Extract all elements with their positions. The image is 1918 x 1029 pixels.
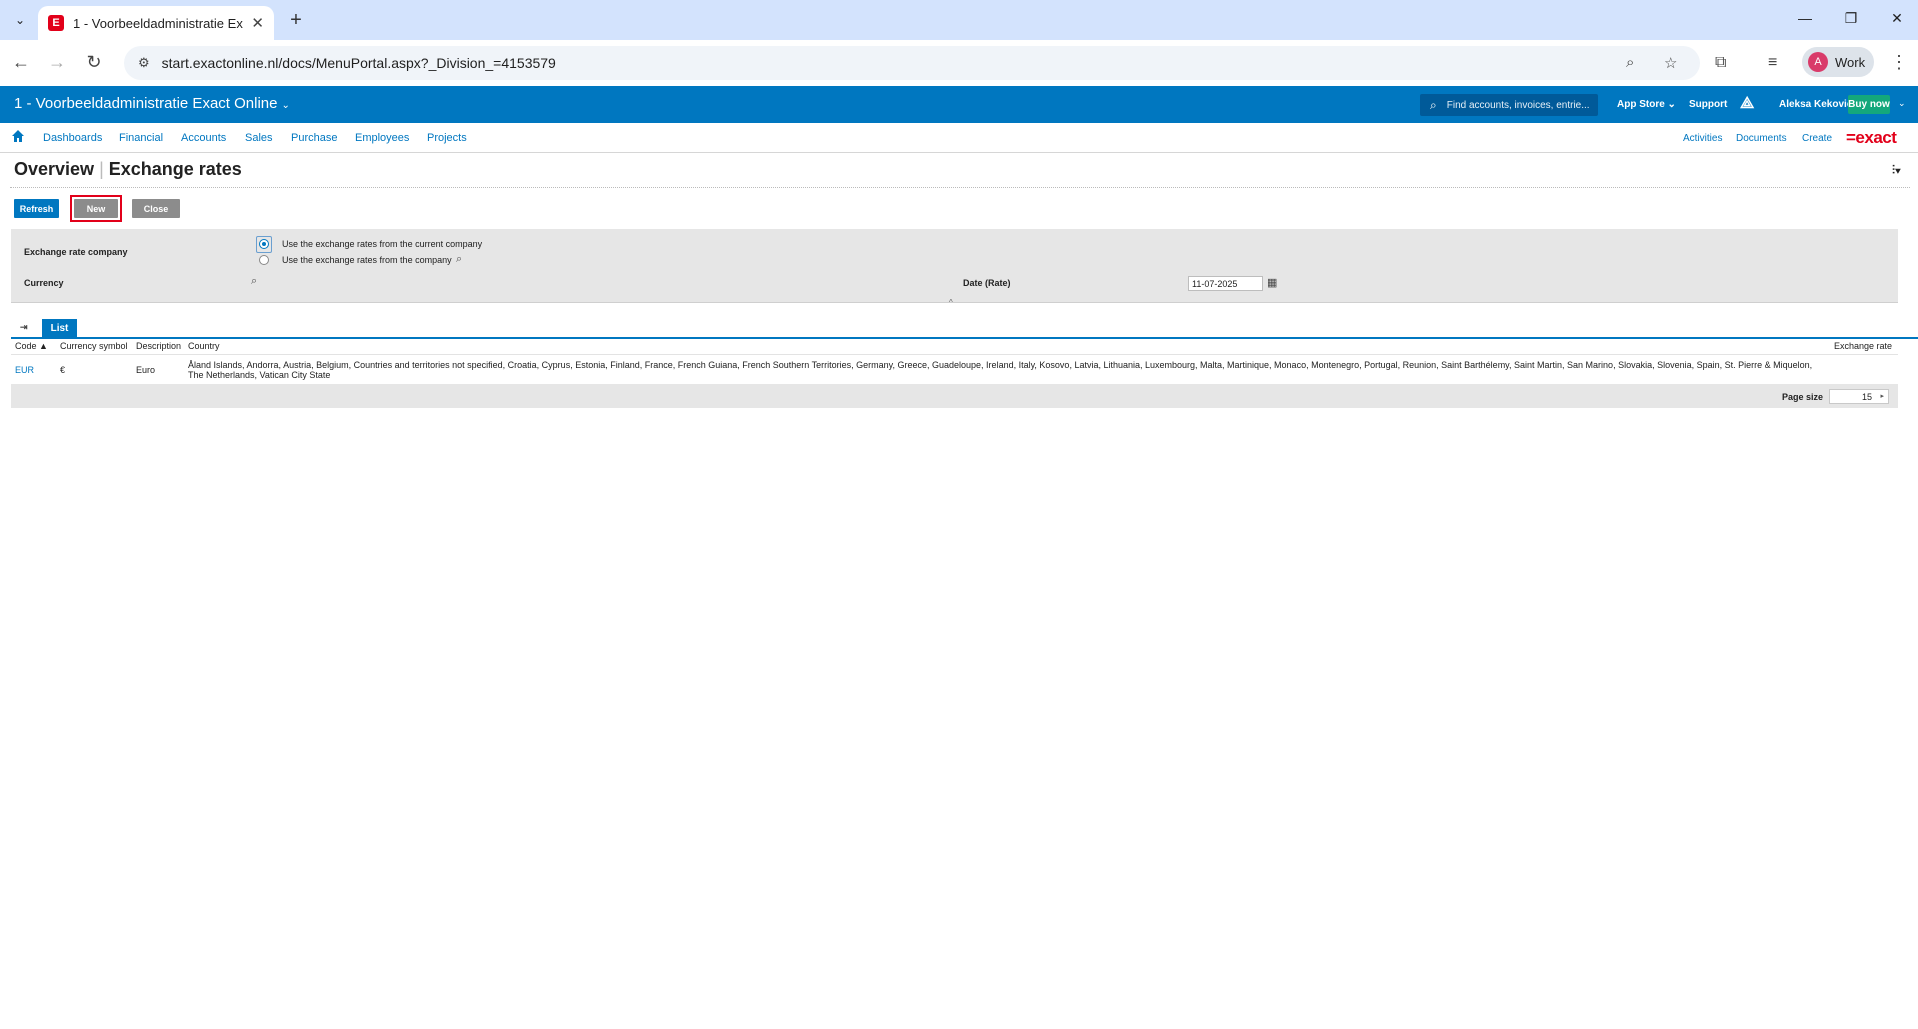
forward-arrow-icon[interactable]: → [45,52,69,73]
browser-tab-strip: ⌄ E 1 - Voorbeeldadministratie Exact Onl… [0,0,1918,40]
nav-documents[interactable]: Documents [1736,133,1787,144]
currency-label: Currency [24,278,64,288]
collapse-up-icon[interactable]: ^ [949,298,953,307]
column-country[interactable]: Country [188,341,220,351]
nav-dashboards[interactable]: Dashboards [43,132,102,144]
nav-projects[interactable]: Projects [427,132,467,144]
browser-tab-title: 1 - Voorbeeldadministratie Exact Online [73,15,243,31]
page-size-label: Page size [1782,392,1824,402]
date-rate-input[interactable]: 11-07-2025 [1188,276,1263,291]
profile-label: Work [1835,54,1866,70]
date-rate-label: Date (Rate) [963,278,1011,288]
site-info-icon[interactable]: ⚙ [138,55,150,71]
page-settings-icon[interactable]: ⫶▾ [1892,163,1901,178]
refresh-button[interactable]: Refresh [14,199,59,218]
page-size-value: 15 [1861,391,1872,402]
table-row[interactable]: EUR € Euro Åland Islands, Andorra, Austr… [11,354,1898,384]
browser-tab-active[interactable]: E 1 - Voorbeeldadministratie Exact Onlin… [38,6,274,40]
column-exchange-rate[interactable]: Exchange rate [1834,341,1892,351]
page-title-main: Exchange rates [108,159,242,179]
nav-sales[interactable]: Sales [245,132,273,144]
page-title-prefix: Overview [14,159,95,179]
search-icon: ⌕ [1430,97,1437,112]
bookmark-star-icon[interactable]: ☆ [1664,54,1677,72]
option-current-company-label: Use the exchange rates from the current … [282,239,483,249]
support-link[interactable]: Support [1689,99,1727,110]
exact-favicon-icon: E [48,15,64,31]
buy-now-button[interactable]: Buy now [1848,95,1890,114]
nav-purchase[interactable]: Purchase [291,132,337,144]
radio-current-company[interactable] [259,239,269,249]
home-icon[interactable] [11,129,25,143]
extensions-puzzle-icon[interactable]: ⧉ [1715,54,1726,72]
tab-list-chevron-icon[interactable]: ⌄ [6,8,34,32]
nav-create[interactable]: Create [1802,133,1832,144]
accountant-logo-icon[interactable]: ⟁ [1740,95,1754,113]
cell-code-link[interactable]: EUR [15,365,34,375]
app-header: 1 - Voorbeeldadministratie Exact Online ⌄… [0,86,1918,123]
global-search-input[interactable]: ⌕ Find accounts, invoices, entrie... [1420,94,1598,116]
address-bar[interactable]: ⚙ start.exactonline.nl/docs/MenuPortal.a… [124,46,1700,80]
browser-toolbar: ← → ↻ ⚙ start.exactonline.nl/docs/MenuPo… [0,40,1918,86]
company-lookup-search-icon[interactable]: ⌕ [456,253,462,266]
company-selector[interactable]: 1 - Voorbeeldadministratie Exact Online ⌄ [14,95,290,112]
cell-description: Euro [136,365,156,375]
company-name: 1 - Voorbeeldadministratie Exact Online [14,95,278,112]
grid-footer: Page size 15 ▸ [11,384,1898,408]
exchange-rate-company-label: Exchange rate company [24,247,128,257]
column-currency-symbol[interactable]: Currency symbol [60,341,128,351]
column-description[interactable]: Description [136,341,181,351]
url-text[interactable]: start.exactonline.nl/docs/MenuPortal.asp… [162,55,556,71]
app-store-link[interactable]: App Store ⌄ [1617,99,1676,110]
close-tab-icon[interactable]: ✕ [251,14,264,32]
avatar: A [1808,52,1828,72]
cell-currency-symbol: € [60,365,66,375]
minimize-icon[interactable]: — [1795,10,1815,26]
page-title: Overview | Exchange rates [14,159,242,180]
search-placeholder: Find accounts, invoices, entrie... [1446,99,1590,111]
tab-underline [11,337,1918,339]
browser-menu-icon[interactable]: ⋮ [1890,52,1908,73]
reload-icon[interactable]: ↻ [82,52,106,73]
nav-financial[interactable]: Financial [119,132,163,144]
page-size-select[interactable]: 15 ▸ [1829,389,1889,404]
new-button[interactable]: New [74,199,118,218]
title-separator: | [99,159,104,179]
filter-collapse-bar[interactable]: ^ [11,298,1898,307]
chevron-down-icon: ⌄ [281,100,290,111]
title-divider [10,187,1910,188]
nav-accounts[interactable]: Accounts [181,132,226,144]
user-name[interactable]: Aleksa Kekovic [1779,99,1852,110]
filter-panel: Exchange rate company Use the exchange r… [11,229,1898,302]
user-menu-chevron-icon[interactable]: ⌄ [1898,98,1906,109]
zoom-icon[interactable]: ⌕ [1626,54,1634,71]
page-size-chevron-icon: ▸ [1880,393,1884,400]
nav-activities[interactable]: Activities [1683,133,1722,144]
window-close-icon[interactable]: ✕ [1887,10,1907,27]
option-other-company-label: Use the exchange rates from the company [282,255,452,265]
close-button[interactable]: Close [132,199,180,218]
calendar-icon[interactable]: ▦ [1267,276,1277,289]
profile-chip[interactable]: A Work [1802,47,1874,77]
radio-other-company[interactable] [259,255,269,265]
restore-icon[interactable]: ❐ [1841,10,1861,27]
pin-icon[interactable]: ⇥ [20,322,28,333]
column-code[interactable]: Code ▲ [15,341,48,351]
nav-employees[interactable]: Employees [355,132,409,144]
tab-list[interactable]: List [42,319,77,337]
exact-logo[interactable]: =exact [1846,128,1897,148]
currency-lookup-search-icon[interactable]: ⌕ [251,275,257,288]
main-navigation: Dashboards Financial Accounts Sales Purc… [0,123,1918,153]
media-controls-icon[interactable]: ≡ [1768,54,1777,72]
new-tab-plus-icon[interactable]: + [282,8,310,32]
back-arrow-icon[interactable]: ← [9,52,33,73]
cell-country: Åland Islands, Andorra, Austria, Belgium… [188,360,1813,380]
grid-header: Code ▲ Currency symbol Description Count… [11,340,1898,354]
